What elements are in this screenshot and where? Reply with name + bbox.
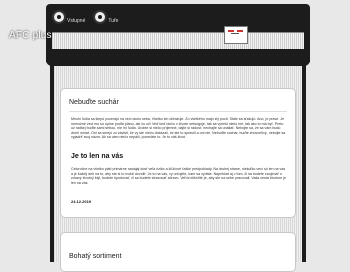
- article-paragraph: Mnohí ľudia sa klepú pozerajú na veci ok…: [71, 117, 286, 140]
- article-subtitle: Je to len na vás: [71, 153, 124, 160]
- article-paragraph: Celoročne na všetko platí primárne nanáj…: [71, 167, 287, 185]
- main-nav: Vstupné Tuře: [52, 10, 304, 28]
- logo[interactable]: [224, 26, 248, 44]
- article-date: 24.12.2019: [71, 199, 92, 204]
- nav-item-label: Vstupné: [67, 18, 86, 24]
- article-card: Bohatý sortiment: [60, 232, 296, 272]
- nav-item-ture[interactable]: Tuře: [93, 10, 118, 24]
- article-title: Bohatý sortiment: [69, 253, 122, 260]
- nav-item-vstupne[interactable]: Vstupné: [52, 10, 85, 24]
- gear-icon: [52, 10, 66, 24]
- nav-item-label: Tuře: [108, 18, 119, 24]
- top-header-frame: Vstupné Tuře: [46, 4, 310, 62]
- article-card: Nebuďte suchár Mnohí ľudia sa klepú poze…: [60, 88, 296, 218]
- article-title: Nebuďte suchár: [69, 99, 119, 106]
- divider: [69, 111, 287, 112]
- header-bottom-cap: [46, 58, 310, 66]
- header-band: [52, 32, 304, 49]
- gear-icon: [93, 10, 108, 24]
- site-title[interactable]: AFC plus: [9, 30, 52, 41]
